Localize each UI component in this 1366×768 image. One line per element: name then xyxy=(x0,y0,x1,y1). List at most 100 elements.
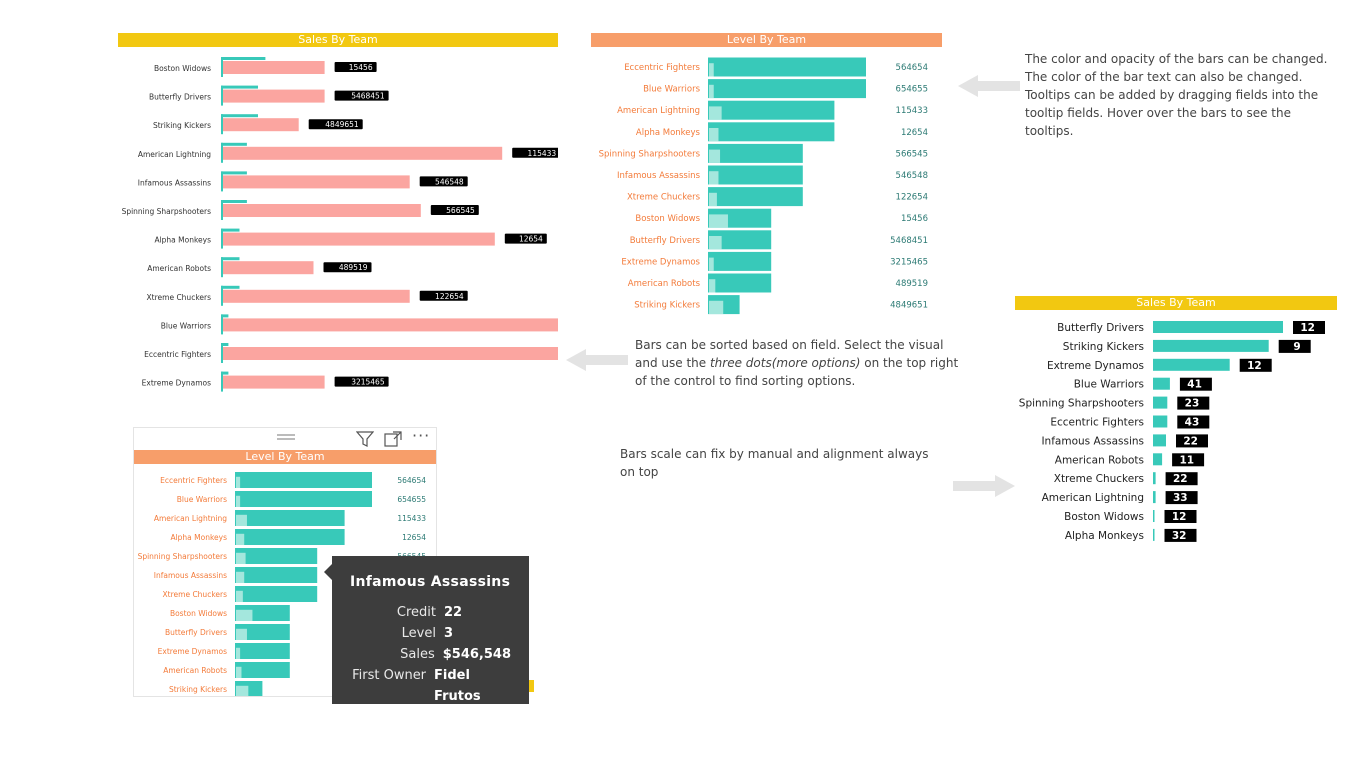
bar[interactable] xyxy=(235,548,318,564)
bar-accent[interactable] xyxy=(221,285,240,289)
bar[interactable] xyxy=(221,61,325,74)
bar-axis-tick[interactable] xyxy=(221,285,223,306)
more-options-icon[interactable]: ··· xyxy=(412,428,430,444)
bar-accent[interactable] xyxy=(221,85,258,89)
bar[interactable] xyxy=(708,273,772,293)
bar[interactable] xyxy=(1153,528,1155,541)
bar-axis-tick[interactable] xyxy=(221,171,223,192)
chart3-sales-by-team[interactable]: Butterfly Drivers 12 Striking Kickers 9 Extr… xyxy=(1015,312,1337,544)
bar[interactable] xyxy=(221,175,410,189)
bar-accent[interactable] xyxy=(221,114,258,118)
bar-inner[interactable] xyxy=(236,495,241,507)
bar-inner[interactable] xyxy=(709,149,721,163)
bar[interactable] xyxy=(235,472,372,488)
bar[interactable] xyxy=(708,79,866,99)
bar-inner[interactable] xyxy=(236,571,245,583)
bar[interactable] xyxy=(708,251,772,271)
drag-handle-icon[interactable] xyxy=(277,430,295,448)
bar[interactable] xyxy=(1153,472,1156,485)
bar[interactable] xyxy=(235,510,345,526)
bar-accent[interactable] xyxy=(221,171,247,175)
tooltip-value: 22 xyxy=(444,605,463,620)
bar[interactable] xyxy=(1153,453,1163,466)
bar-inner[interactable] xyxy=(709,84,714,99)
bar-axis-tick[interactable] xyxy=(221,57,223,77)
bar-accent[interactable] xyxy=(221,200,247,203)
bar-accent[interactable] xyxy=(221,228,240,232)
bar[interactable] xyxy=(1153,434,1166,447)
bar-axis-tick[interactable] xyxy=(221,114,223,135)
filter-icon[interactable] xyxy=(355,431,375,451)
bar-inner[interactable] xyxy=(709,279,716,293)
bar-inner[interactable] xyxy=(709,171,719,185)
bar-inner[interactable] xyxy=(236,533,245,545)
bar-inner[interactable] xyxy=(236,685,249,696)
bar-accent[interactable] xyxy=(221,142,247,146)
chart2-level-by-team[interactable]: Eccentric Fighters 564654 Blue Warriors 654… xyxy=(591,49,942,319)
bar[interactable] xyxy=(235,586,318,602)
bar-axis-tick[interactable] xyxy=(221,200,223,220)
bar-inner[interactable] xyxy=(709,257,714,271)
bar[interactable] xyxy=(708,100,835,120)
bar-inner[interactable] xyxy=(236,609,253,621)
bar[interactable] xyxy=(221,261,314,275)
bar[interactable] xyxy=(1153,321,1283,333)
value-label: 43 xyxy=(1185,417,1200,429)
bar-inner[interactable] xyxy=(709,300,724,315)
chart1-sales-by-team[interactable]: Boston Widows 15456 Butterfly Drivers 54684… xyxy=(118,49,558,394)
bar[interactable] xyxy=(1153,377,1170,390)
bar[interactable] xyxy=(235,643,290,659)
bar[interactable] xyxy=(221,375,325,389)
bar[interactable] xyxy=(235,529,345,545)
bar[interactable] xyxy=(221,232,495,246)
bar-axis-tick[interactable] xyxy=(221,228,223,249)
bar-inner[interactable] xyxy=(236,647,241,659)
bar[interactable] xyxy=(1153,396,1168,409)
bar[interactable] xyxy=(221,118,299,132)
bar-inner[interactable] xyxy=(236,590,243,602)
bar[interactable] xyxy=(221,347,558,360)
bar-axis-tick[interactable] xyxy=(221,257,223,278)
bar-axis-tick[interactable] xyxy=(221,314,223,335)
bar[interactable] xyxy=(221,289,410,303)
bar-inner[interactable] xyxy=(709,236,722,250)
bar-axis-tick[interactable] xyxy=(221,343,223,363)
bar[interactable] xyxy=(1153,491,1156,504)
bar-inner[interactable] xyxy=(236,552,246,564)
bar[interactable] xyxy=(708,187,803,207)
bar-inner[interactable] xyxy=(709,192,717,207)
bar[interactable] xyxy=(221,318,558,332)
value-label: 489519 xyxy=(896,279,928,289)
bar[interactable] xyxy=(708,57,866,77)
bar-inner[interactable] xyxy=(236,628,247,640)
bar-axis-tick[interactable] xyxy=(221,142,223,163)
bar-accent[interactable] xyxy=(221,257,240,261)
bar-inner[interactable] xyxy=(236,666,242,678)
bar[interactable] xyxy=(708,165,803,185)
bar[interactable] xyxy=(1153,358,1230,371)
bar-inner[interactable] xyxy=(709,106,722,120)
bar-axis-tick[interactable] xyxy=(221,85,223,106)
bar-inner[interactable] xyxy=(709,63,714,77)
category-label: Blue Warriors xyxy=(1074,379,1144,391)
bar-axis-tick[interactable] xyxy=(221,371,223,392)
bar-inner[interactable] xyxy=(236,476,241,488)
focus-mode-icon[interactable] xyxy=(384,431,402,451)
bar-inner[interactable] xyxy=(709,128,719,142)
bar[interactable] xyxy=(235,662,290,678)
bar[interactable] xyxy=(1153,339,1269,352)
bar[interactable] xyxy=(708,143,803,163)
bar-inner[interactable] xyxy=(709,214,728,228)
bar[interactable] xyxy=(235,491,372,507)
bar[interactable] xyxy=(235,567,318,583)
bar[interactable] xyxy=(221,204,421,217)
bar[interactable] xyxy=(708,122,835,142)
bar-inner[interactable] xyxy=(236,514,247,526)
tooltip-row-level: Level 3 xyxy=(350,623,511,644)
bar[interactable] xyxy=(1153,510,1155,522)
note-sorting: Bars can be sorted based on field. Selec… xyxy=(635,336,960,390)
bar[interactable] xyxy=(221,89,325,103)
bar[interactable] xyxy=(221,146,503,160)
bar-accent[interactable] xyxy=(221,57,266,60)
bar[interactable] xyxy=(1153,415,1168,428)
